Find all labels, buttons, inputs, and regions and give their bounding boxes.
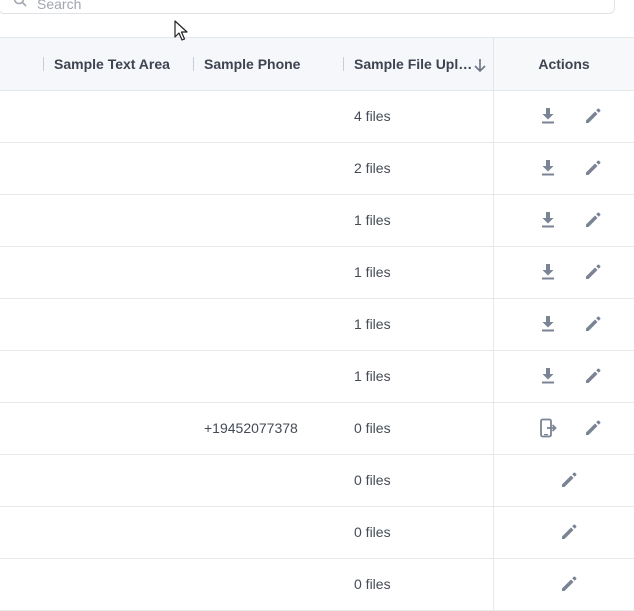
column-header-phone[interactable]: Sample Phone xyxy=(204,38,300,90)
download-icon[interactable] xyxy=(537,209,559,231)
actions-cell xyxy=(493,351,634,402)
search-placeholder: Search xyxy=(37,0,82,12)
file-count-cell: 4 files xyxy=(354,108,391,124)
file-count-cell: 1 files xyxy=(354,368,391,384)
mouse-cursor-icon xyxy=(174,20,188,47)
search-icon xyxy=(13,0,27,12)
table-row[interactable]: 0 files xyxy=(0,455,634,507)
table-row[interactable]: 4 files xyxy=(0,91,634,143)
download-icon[interactable] xyxy=(537,313,559,335)
actions-cell xyxy=(493,143,634,194)
table-header: Sample Text Area Sample Phone Sample Fil… xyxy=(0,37,634,91)
edit-icon[interactable] xyxy=(582,157,604,179)
download-icon[interactable] xyxy=(537,105,559,127)
table-row[interactable]: 2 files xyxy=(0,143,634,195)
file-count-cell: 0 files xyxy=(354,472,391,488)
actions-cell xyxy=(493,559,634,610)
actions-cell xyxy=(493,507,634,558)
edit-icon[interactable] xyxy=(582,365,604,387)
edit-icon[interactable] xyxy=(582,313,604,335)
actions-cell xyxy=(493,247,634,298)
sort-descending-icon[interactable] xyxy=(473,57,487,78)
edit-icon[interactable] xyxy=(582,105,604,127)
table-row[interactable]: 1 files xyxy=(0,299,634,351)
actions-cell xyxy=(493,403,634,454)
file-count-cell: 1 files xyxy=(354,264,391,280)
table-row[interactable]: 1 files xyxy=(0,351,634,403)
column-separator[interactable] xyxy=(343,57,344,71)
table-row[interactable]: +19452077378 0 files xyxy=(0,403,634,455)
table-body: 4 files 2 files 1 files 1 files 1 files 1 fil… xyxy=(0,91,634,611)
edit-icon[interactable] xyxy=(558,521,580,543)
file-count-cell: 0 files xyxy=(354,576,391,592)
table-row[interactable]: 1 files xyxy=(0,247,634,299)
table-row[interactable]: 1 files xyxy=(0,195,634,247)
file-count-cell: 2 files xyxy=(354,160,391,176)
column-header-actions: Actions xyxy=(493,38,634,90)
edit-icon[interactable] xyxy=(558,573,580,595)
edit-icon[interactable] xyxy=(558,469,580,491)
column-separator[interactable] xyxy=(193,57,194,71)
phone-transfer-icon[interactable] xyxy=(537,417,559,439)
column-header-text-area[interactable]: Sample Text Area xyxy=(54,38,170,90)
edit-icon[interactable] xyxy=(582,261,604,283)
file-count-cell: 0 files xyxy=(354,420,391,436)
file-count-cell: 0 files xyxy=(354,524,391,540)
download-icon[interactable] xyxy=(537,157,559,179)
download-icon[interactable] xyxy=(537,365,559,387)
edit-icon[interactable] xyxy=(582,417,604,439)
file-count-cell: 1 files xyxy=(354,212,391,228)
file-count-cell: 1 files xyxy=(354,316,391,332)
table-row[interactable]: 0 files xyxy=(0,559,634,611)
column-header-file-upload[interactable]: Sample File Upl… xyxy=(354,38,472,90)
table-row[interactable]: 0 files xyxy=(0,507,634,559)
phone-cell: +19452077378 xyxy=(204,420,298,436)
edit-icon[interactable] xyxy=(582,209,604,231)
actions-cell xyxy=(493,91,634,142)
actions-cell xyxy=(493,455,634,506)
actions-cell xyxy=(493,299,634,350)
download-icon[interactable] xyxy=(537,261,559,283)
actions-cell xyxy=(493,195,634,246)
search-input[interactable]: Search xyxy=(0,0,615,14)
column-separator[interactable] xyxy=(43,57,44,71)
